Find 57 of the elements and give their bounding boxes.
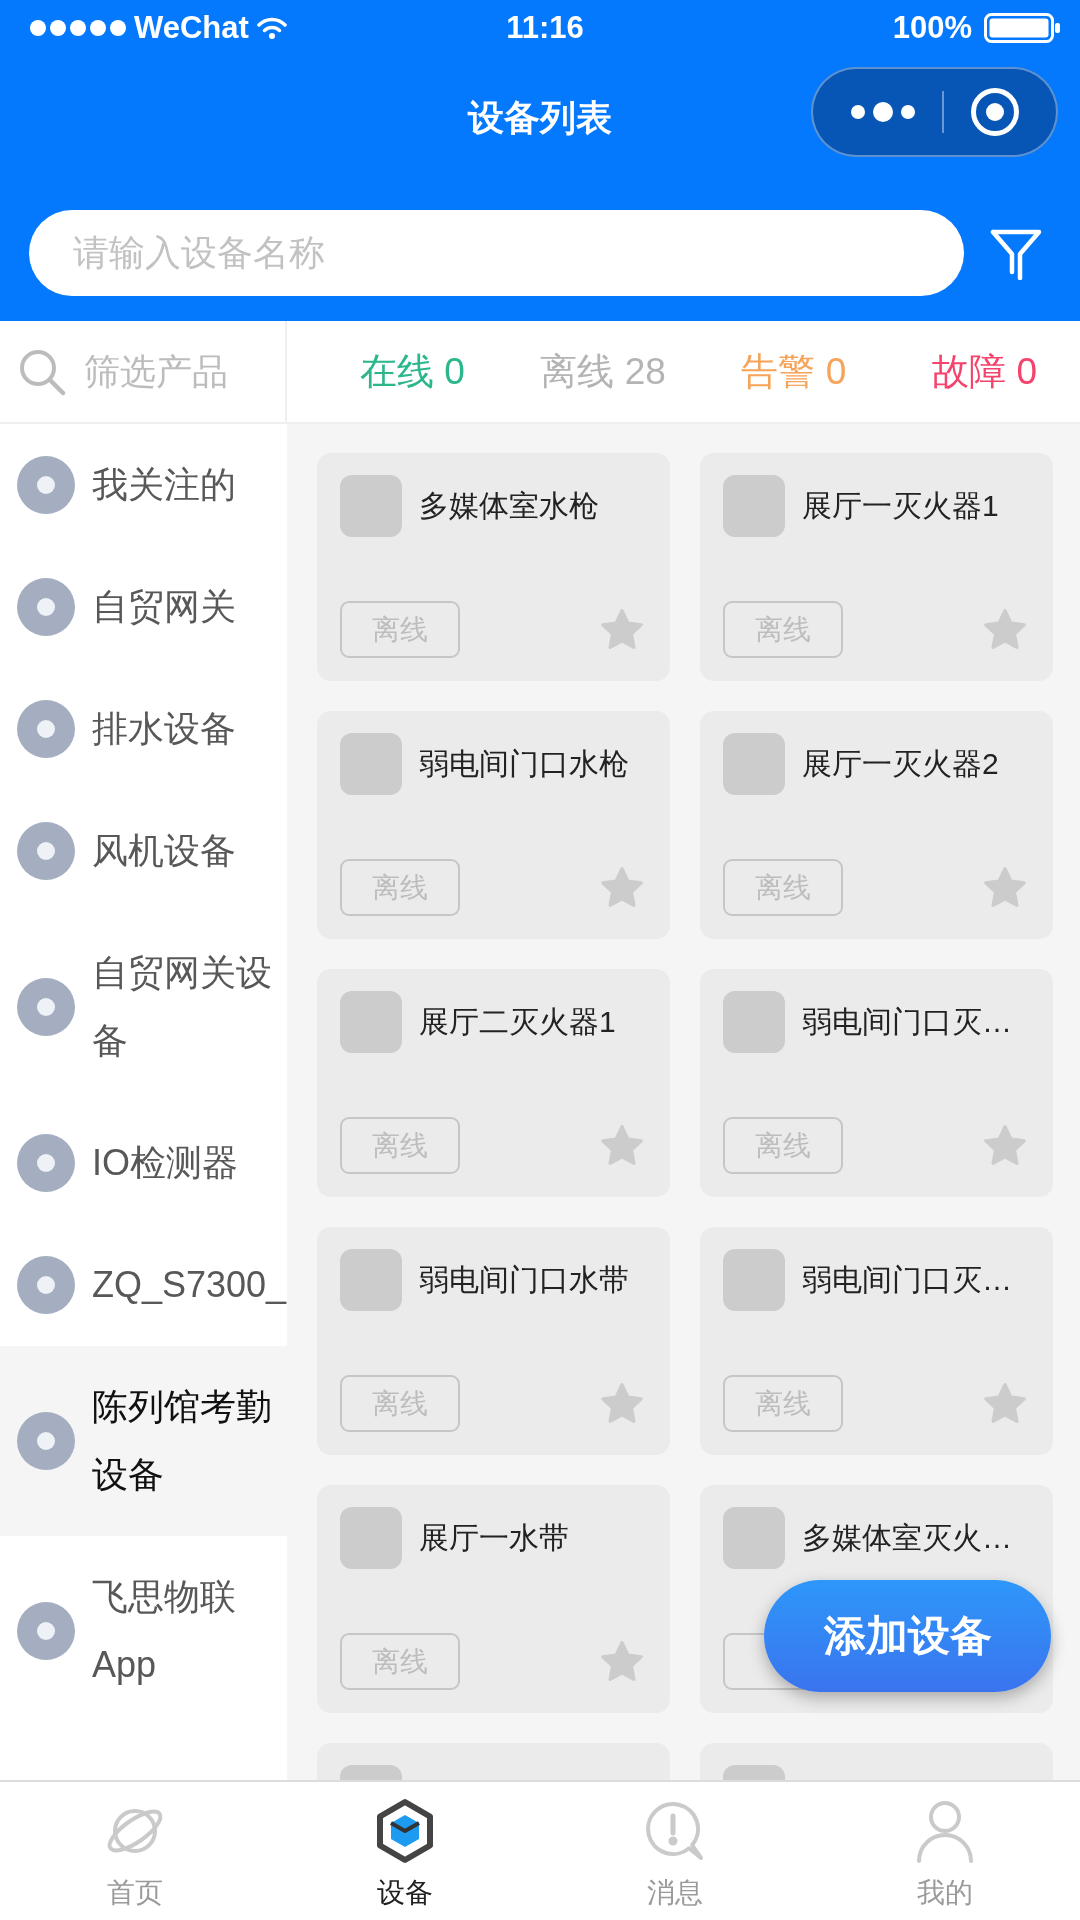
search-icon[interactable] bbox=[18, 347, 66, 396]
status-time: 11:16 bbox=[506, 10, 584, 46]
category-item[interactable]: 飞思物联App bbox=[0, 1536, 287, 1726]
disc-icon bbox=[17, 700, 75, 758]
device-image-placeholder bbox=[723, 1507, 785, 1569]
product-filter-field[interactable]: 筛选产品 bbox=[84, 347, 254, 396]
device-card[interactable] bbox=[700, 1743, 1053, 1780]
category-item[interactable]: IO检测器 bbox=[0, 1102, 287, 1224]
device-card[interactable] bbox=[317, 1743, 670, 1780]
category-item[interactable]: 风机设备 bbox=[0, 790, 287, 912]
device-image-placeholder bbox=[340, 1507, 402, 1569]
disc-icon bbox=[17, 1256, 75, 1314]
device-image-placeholder bbox=[723, 475, 785, 537]
device-name: 展厅二灭火器1 bbox=[419, 1003, 616, 1040]
device-image-placeholder bbox=[723, 991, 785, 1053]
disc-icon bbox=[17, 822, 75, 880]
carrier-name: WeChat bbox=[134, 10, 249, 46]
device-name: 展厅一水带 bbox=[419, 1519, 569, 1556]
disc-icon bbox=[17, 1412, 75, 1470]
page-title: 设备列表 bbox=[468, 95, 612, 140]
disc-icon bbox=[17, 978, 75, 1036]
device-name: 展厅一灭火器1 bbox=[802, 487, 999, 524]
device-image-placeholder bbox=[340, 1249, 402, 1311]
device-name: 弱电间门口水枪 bbox=[419, 745, 629, 782]
device-image-placeholder bbox=[723, 1765, 785, 1780]
category-item[interactable]: 我关注的 bbox=[0, 424, 287, 546]
device-image-placeholder bbox=[340, 1765, 402, 1780]
disc-icon bbox=[17, 1602, 75, 1660]
category-item[interactable]: 自贸网关设备 bbox=[0, 912, 287, 1102]
device-image-placeholder bbox=[723, 733, 785, 795]
device-image-placeholder bbox=[723, 1249, 785, 1311]
device-image-placeholder bbox=[340, 475, 402, 537]
device-name: 弱电间门口水带 bbox=[419, 1261, 629, 1298]
disc-icon bbox=[17, 578, 75, 636]
more-icon[interactable] bbox=[849, 101, 916, 123]
status-filter-tab[interactable]: 故障 0 bbox=[889, 321, 1080, 422]
device-name: 多媒体室水枪 bbox=[419, 487, 599, 524]
category-item[interactable]: ZQ_S7300_ bbox=[0, 1224, 287, 1346]
device-name: 多媒体室灭火… bbox=[802, 1519, 1012, 1556]
device-image-placeholder bbox=[340, 991, 402, 1053]
battery-percent: 100% bbox=[892, 10, 972, 46]
tab-bar-item[interactable]: 设备 bbox=[270, 1782, 540, 1920]
device-image-placeholder bbox=[340, 733, 402, 795]
search-field[interactable]: 请输入设备名称 bbox=[29, 210, 964, 296]
device-name: 弱电间门口灭… bbox=[802, 1003, 1012, 1040]
disc-icon bbox=[17, 1134, 75, 1192]
device-name: 弱电间门口灭… bbox=[802, 1261, 1012, 1298]
category-item[interactable]: 陈列馆考勤设备 bbox=[0, 1346, 287, 1536]
signal-icon bbox=[30, 20, 126, 36]
add-device-button[interactable]: 添加设备 bbox=[764, 1580, 1051, 1692]
device-name: 展厅一灭火器2 bbox=[802, 745, 999, 782]
wifi-icon bbox=[256, 17, 287, 39]
category-item[interactable]: 排水设备 bbox=[0, 668, 287, 790]
battery-icon bbox=[984, 13, 1060, 43]
disc-icon bbox=[17, 456, 75, 514]
category-item[interactable]: 自贸网关 bbox=[0, 546, 287, 668]
circle-dot-icon[interactable] bbox=[969, 87, 1020, 137]
